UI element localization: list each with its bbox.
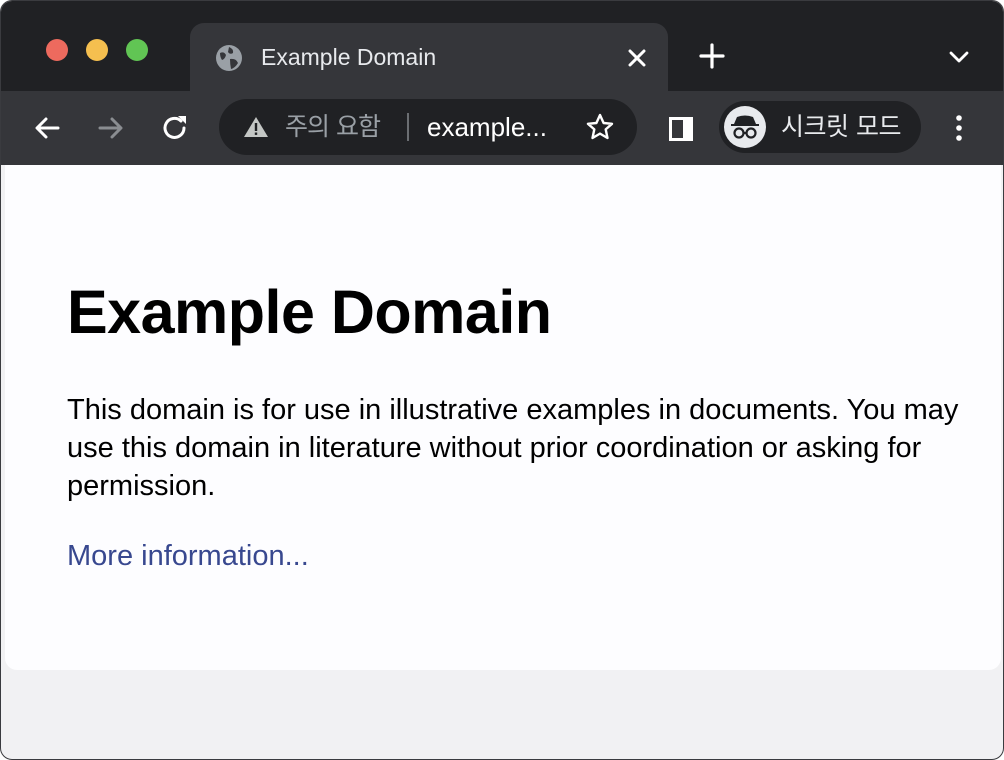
warning-icon[interactable] bbox=[243, 115, 269, 139]
minimize-window-button[interactable] bbox=[86, 39, 108, 61]
page-title: Example Domain bbox=[67, 278, 552, 346]
incognito-icon bbox=[724, 106, 766, 148]
tab-example-domain[interactable]: Example Domain bbox=[190, 23, 668, 93]
bookmark-star-icon[interactable] bbox=[585, 112, 615, 142]
page-description: This domain is for use in illustrative e… bbox=[67, 394, 959, 502]
browser-window: Example Domain 주의 요함 example... 시크릿 모드 E… bbox=[0, 0, 1004, 760]
url-text[interactable]: example... bbox=[427, 110, 547, 144]
globe-icon bbox=[216, 45, 242, 71]
side-panel-icon[interactable] bbox=[667, 115, 695, 143]
tab-strip: Example Domain bbox=[1, 1, 1003, 93]
maximize-window-button[interactable] bbox=[126, 39, 148, 61]
page-content: Example Domain This domain is for use in… bbox=[5, 165, 1001, 670]
security-warning-label[interactable]: 주의 요함 bbox=[285, 110, 381, 144]
forward-arrow-icon[interactable] bbox=[94, 111, 128, 145]
address-bar[interactable]: 주의 요함 example... bbox=[219, 99, 637, 155]
new-tab-icon[interactable] bbox=[697, 41, 727, 71]
close-window-button[interactable] bbox=[46, 39, 68, 61]
omnibox-divider bbox=[407, 113, 409, 141]
incognito-profile-chip[interactable]: 시크릿 모드 bbox=[719, 101, 921, 153]
tab-title: Example Domain bbox=[261, 44, 437, 70]
more-information-link[interactable]: More information... bbox=[67, 537, 309, 575]
reload-icon[interactable] bbox=[158, 111, 192, 145]
incognito-label: 시크릿 모드 bbox=[781, 112, 901, 141]
toolbar: 주의 요함 example... 시크릿 모드 bbox=[1, 91, 1003, 165]
close-tab-icon[interactable] bbox=[623, 44, 651, 72]
chevron-down-icon[interactable] bbox=[945, 43, 973, 71]
back-arrow-icon[interactable] bbox=[30, 111, 64, 145]
kebab-menu-icon[interactable] bbox=[945, 113, 973, 143]
